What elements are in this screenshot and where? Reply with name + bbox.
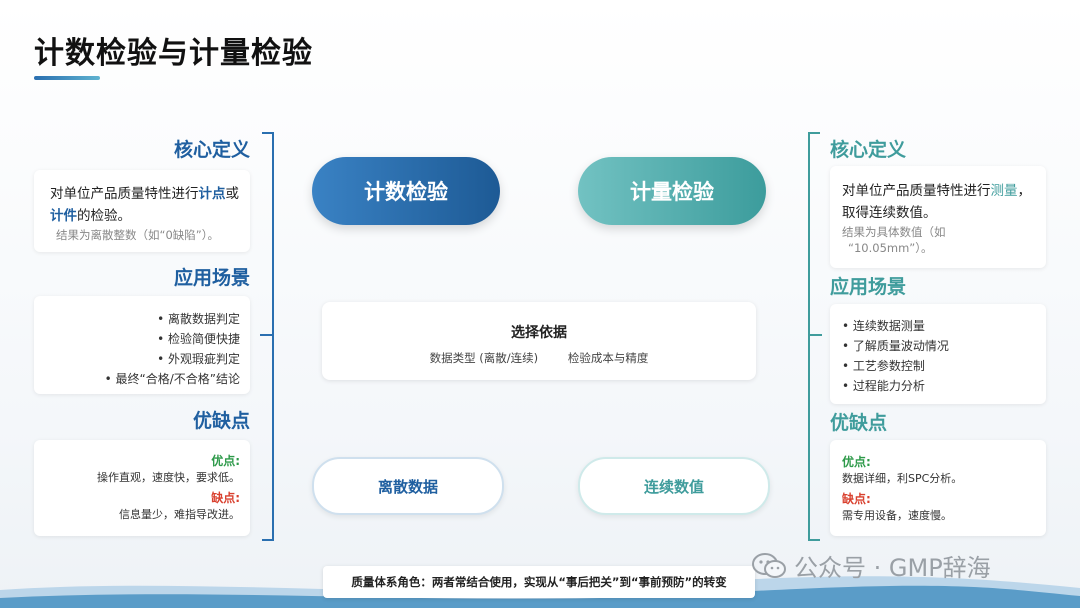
left-scenario-card: • 离散数据判定 • 检验简便快捷 • 外观瑕疵判定 • 最终“合格/不合格”结… (34, 296, 250, 394)
wechat-icon (752, 552, 786, 578)
left-con-text: 信息量少，难指导改进。 (119, 508, 240, 521)
left-pros-cons-title: 优缺点 (192, 410, 250, 432)
basis-item-data-type: 数据类型 (离散/连续) (429, 351, 539, 365)
right-bracket-tick (810, 334, 822, 336)
list-item: • 了解质量波动情况 (842, 339, 949, 353)
page-title: 计数检验与计量检验 (34, 36, 313, 71)
right-pro-label: 优点: (842, 455, 871, 469)
left-bracket (260, 132, 274, 541)
list-item: • 最终“合格/不合格”结论 (104, 372, 240, 386)
left-scenario-title: 应用场景 (173, 267, 250, 289)
right-definition-card: 对单位产品质量特性进行测量， 取得连续数值。 结果为具体数值（如 “10.05m… (830, 166, 1046, 268)
left-definition-sub: 结果为离散整数（如“0缺陷”）。 (56, 228, 219, 242)
left-definition-title: 核心定义 (173, 139, 250, 161)
right-definition-line2: 取得连续数值。 (842, 205, 937, 221)
right-scenario-list: • 连续数据测量 • 了解质量波动情况 • 工艺参数控制 • 过程能力分析 (842, 316, 1036, 396)
right-con-text: 需专用设备，速度慢。 (842, 509, 952, 522)
left-con-label: 缺点: (211, 491, 240, 505)
title-underline (34, 76, 100, 80)
left-definition-line1: 对单位产品质量特性进行计点或 (50, 186, 239, 202)
left-bracket-tick (260, 334, 272, 336)
selection-basis-items: 数据类型 (离散/连续) 检验成本与精度 (322, 350, 756, 366)
left-scenario-list: • 离散数据判定 • 检验简便快捷 • 外观瑕疵判定 • 最终“合格/不合格”结… (34, 309, 240, 389)
left-pro-text: 操作直观，速度快，要求低。 (97, 471, 240, 484)
selection-basis-title: 选择依据 (511, 325, 567, 341)
right-pros-cons-title: 优缺点 (830, 412, 888, 434)
list-item: • 检验简便快捷 (157, 332, 240, 346)
discrete-data-pill: 离散数据 (312, 457, 504, 515)
right-definition-sub2: “10.05mm”）。 (848, 241, 933, 255)
left-pro-label: 优点: (211, 454, 240, 468)
left-definition-card: 对单位产品质量特性进行计点或 计件的检验。 结果为离散整数（如“0缺陷”）。 (34, 170, 250, 252)
left-pros-cons-card: 优点: 操作直观，速度快，要求低。 缺点: 信息量少，难指导改进。 (34, 440, 250, 536)
basis-item-cost-precision: 检验成本与精度 (567, 351, 649, 365)
watermark-text: 公众号 · GMP辞海 (794, 554, 991, 582)
wechat-watermark: 公众号 · GMP辞海 (752, 548, 991, 583)
list-item: • 外观瑕疵判定 (157, 352, 240, 366)
right-scenario-card: • 连续数据测量 • 了解质量波动情况 • 工艺参数控制 • 过程能力分析 (830, 304, 1046, 404)
right-definition-sub1: 结果为具体数值（如 (842, 225, 946, 239)
right-con-label: 缺点: (842, 492, 871, 506)
right-definition-title: 核心定义 (830, 139, 907, 161)
list-item: • 离散数据判定 (157, 312, 240, 326)
measure-inspection-pill: 计量检验 (578, 157, 766, 225)
list-item: • 过程能力分析 (842, 379, 925, 393)
right-scenario-title: 应用场景 (830, 276, 907, 298)
continuous-value-pill: 连续数值 (578, 457, 770, 515)
quality-system-role-banner: 质量体系角色：两者常结合使用，实现从“事后把关”到“事前预防”的转变 (323, 566, 755, 598)
right-pros-cons-card: 优点: 数据详细，利SPC分析。 缺点: 需专用设备，速度慢。 (830, 440, 1046, 536)
right-pro-text: 数据详细，利SPC分析。 (842, 472, 963, 485)
left-definition-line2: 计件的检验。 (50, 208, 131, 224)
count-inspection-pill: 计数检验 (312, 157, 500, 225)
right-definition-line1: 对单位产品质量特性进行测量， (842, 183, 1031, 199)
list-item: • 连续数据测量 (842, 319, 925, 333)
selection-basis-card: 选择依据 数据类型 (离散/连续) 检验成本与精度 (322, 302, 756, 380)
right-bracket (808, 132, 822, 541)
list-item: • 工艺参数控制 (842, 359, 925, 373)
